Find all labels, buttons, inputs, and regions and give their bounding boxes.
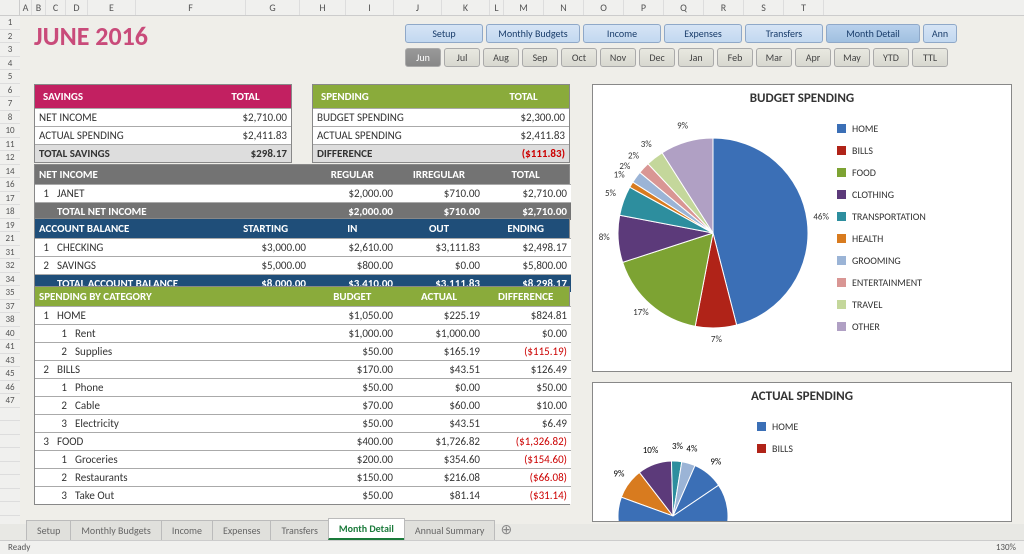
actual-spending-chart[interactable]: ACTUAL SPENDING 9%10%3%4%9% HOMEBILLS bbox=[592, 382, 1012, 522]
svg-text:9%: 9% bbox=[613, 468, 625, 479]
legend-item: HOME bbox=[757, 420, 798, 433]
net-income-header: NET INCOME bbox=[35, 165, 309, 184]
sheet-tab-annual-summary[interactable]: Annual Summary bbox=[404, 520, 496, 540]
spending-table: SPENDINGTOTAL BUDGET SPENDING$2,300.00AC… bbox=[312, 84, 570, 163]
legend-swatch bbox=[837, 256, 846, 265]
account-header: ACCOUNT BALANCE bbox=[35, 219, 222, 238]
sheet-tab-expenses[interactable]: Expenses bbox=[212, 520, 272, 540]
svg-text:2%: 2% bbox=[628, 150, 640, 161]
month-tab-feb[interactable]: Feb bbox=[717, 48, 753, 67]
total-header: TOTAL bbox=[482, 87, 565, 106]
month-tab-jun[interactable]: Jun bbox=[405, 48, 441, 67]
sheet-tab-setup[interactable]: Setup bbox=[26, 520, 71, 540]
nav-tab-monthly-budgets[interactable]: Monthly Budgets bbox=[486, 24, 580, 43]
legend-item: ENTERTAINMENT bbox=[837, 276, 926, 289]
legend-item: BILLS bbox=[837, 144, 926, 157]
legend-item: GROOMING bbox=[837, 254, 926, 267]
month-tab-may[interactable]: May bbox=[834, 48, 870, 67]
svg-text:17%: 17% bbox=[633, 307, 649, 318]
row-headers[interactable]: 1234567810111214161718192131323435373840… bbox=[0, 16, 20, 524]
chart-legend: HOME BILLS bbox=[753, 406, 802, 521]
page-title: JUNE 2016 bbox=[34, 20, 148, 52]
legend-swatch bbox=[837, 190, 846, 199]
svg-text:10%: 10% bbox=[643, 445, 659, 456]
legend-swatch bbox=[757, 444, 766, 453]
month-tab-jan[interactable]: Jan bbox=[678, 48, 714, 67]
legend-swatch bbox=[837, 212, 846, 221]
worksheet: JUNE 2016 SetupMonthly BudgetsIncomeExpe… bbox=[20, 16, 1024, 524]
legend-item: BILLS bbox=[757, 442, 798, 455]
nav-tab-expenses[interactable]: Expenses bbox=[664, 24, 742, 43]
sheet-tab-monthly-budgets[interactable]: Monthly Budgets bbox=[70, 520, 161, 540]
zoom-level[interactable]: 130% bbox=[996, 542, 1016, 553]
svg-text:3%: 3% bbox=[641, 139, 653, 150]
sheet-tab-income[interactable]: Income bbox=[161, 520, 213, 540]
budget-spending-chart[interactable]: BUDGET SPENDING 46%7%17%8%5%1%2%2%3%9% H… bbox=[592, 84, 1012, 372]
savings-header: SAVINGS bbox=[39, 87, 204, 106]
month-tab-ttl[interactable]: TTL bbox=[912, 48, 948, 67]
pie-chart: 46%7%17%8%5%1%2%2%3%9% bbox=[593, 108, 833, 348]
svg-text:4%: 4% bbox=[686, 444, 698, 455]
svg-text:5%: 5% bbox=[605, 188, 617, 199]
account-balance-table: ACCOUNT BALANCESTARTINGINOUTENDING 1CHEC… bbox=[34, 218, 570, 293]
nav-tab-setup[interactable]: Setup bbox=[405, 24, 483, 43]
legend-swatch bbox=[837, 300, 846, 309]
legend-swatch bbox=[837, 146, 846, 155]
legend-item: HOME bbox=[837, 122, 926, 135]
month-tab-nov[interactable]: Nov bbox=[600, 48, 636, 67]
column-headers[interactable]: ABCDEFGHIJKLMNOPQRST bbox=[20, 0, 1024, 16]
legend-swatch bbox=[837, 278, 846, 287]
month-tab-sep[interactable]: Sep bbox=[522, 48, 558, 67]
spending-header: SPENDING bbox=[317, 87, 482, 106]
legend-swatch bbox=[837, 322, 846, 331]
month-tab-mar[interactable]: Mar bbox=[756, 48, 792, 67]
nav-tab-ann[interactable]: Ann bbox=[923, 24, 957, 43]
legend-item: HEALTH bbox=[837, 232, 926, 245]
month-tab-ytd[interactable]: YTD bbox=[873, 48, 909, 67]
pie-chart: 9% 10% 3%4% 9% bbox=[593, 406, 753, 521]
svg-text:46%: 46% bbox=[813, 211, 829, 222]
category-header: SPENDING BY CATEGORY bbox=[35, 287, 309, 306]
svg-text:8%: 8% bbox=[599, 232, 611, 243]
sheet-tab-month-detail[interactable]: Month Detail bbox=[328, 518, 405, 540]
legend-swatch bbox=[837, 234, 846, 243]
legend-swatch bbox=[757, 422, 766, 431]
add-sheet-button[interactable]: ⊕ bbox=[494, 519, 518, 540]
chart-legend: HOME BILLS FOOD CLOTHING TRANSPORTATION HEALT… bbox=[833, 108, 930, 356]
month-tab-oct[interactable]: Oct bbox=[561, 48, 597, 67]
svg-text:7%: 7% bbox=[711, 334, 723, 345]
month-tab-apr[interactable]: Apr bbox=[795, 48, 831, 67]
legend-item: TRAVEL bbox=[837, 298, 926, 311]
legend-item: FOOD bbox=[837, 166, 926, 179]
month-tab-bar: JunJulAugSepOctNovDecJanFebMarAprMayYTDT… bbox=[405, 48, 948, 67]
spending-category-table: SPENDING BY CATEGORYBUDGETACTUALDIFFEREN… bbox=[34, 286, 570, 505]
month-tab-dec[interactable]: Dec bbox=[639, 48, 675, 67]
svg-text:2%: 2% bbox=[619, 161, 631, 172]
month-tab-jul[interactable]: Jul bbox=[444, 48, 480, 67]
savings-table: SAVINGSTOTAL NET INCOME$2,710.00ACTUAL S… bbox=[34, 84, 292, 163]
sheet-tab-transfers[interactable]: Transfers bbox=[270, 520, 328, 540]
legend-item: TRANSPORTATION bbox=[837, 210, 926, 223]
total-header: TOTAL bbox=[204, 87, 287, 106]
nav-tab-month-detail[interactable]: Month Detail bbox=[826, 24, 920, 43]
legend-swatch bbox=[837, 124, 846, 133]
status-text: Ready bbox=[8, 542, 30, 553]
sheet-tab-bar: SetupMonthly BudgetsIncomeExpensesTransf… bbox=[26, 518, 518, 540]
svg-text:3%: 3% bbox=[672, 441, 684, 452]
legend-swatch bbox=[837, 168, 846, 177]
net-income-table: NET INCOMEREGULARIRREGULARTOTAL 1JANET$2… bbox=[34, 164, 570, 221]
legend-item: OTHER bbox=[837, 320, 926, 333]
nav-tab-transfers[interactable]: Transfers bbox=[745, 24, 823, 43]
svg-text:9%: 9% bbox=[710, 457, 722, 468]
select-all-corner[interactable] bbox=[0, 0, 20, 16]
svg-text:9%: 9% bbox=[677, 120, 689, 131]
month-tab-aug[interactable]: Aug bbox=[483, 48, 519, 67]
nav-tab-income[interactable]: Income bbox=[583, 24, 661, 43]
legend-item: CLOTHING bbox=[837, 188, 926, 201]
nav-tab-bar: SetupMonthly BudgetsIncomeExpensesTransf… bbox=[405, 24, 957, 43]
status-bar: Ready 130% bbox=[0, 540, 1024, 554]
